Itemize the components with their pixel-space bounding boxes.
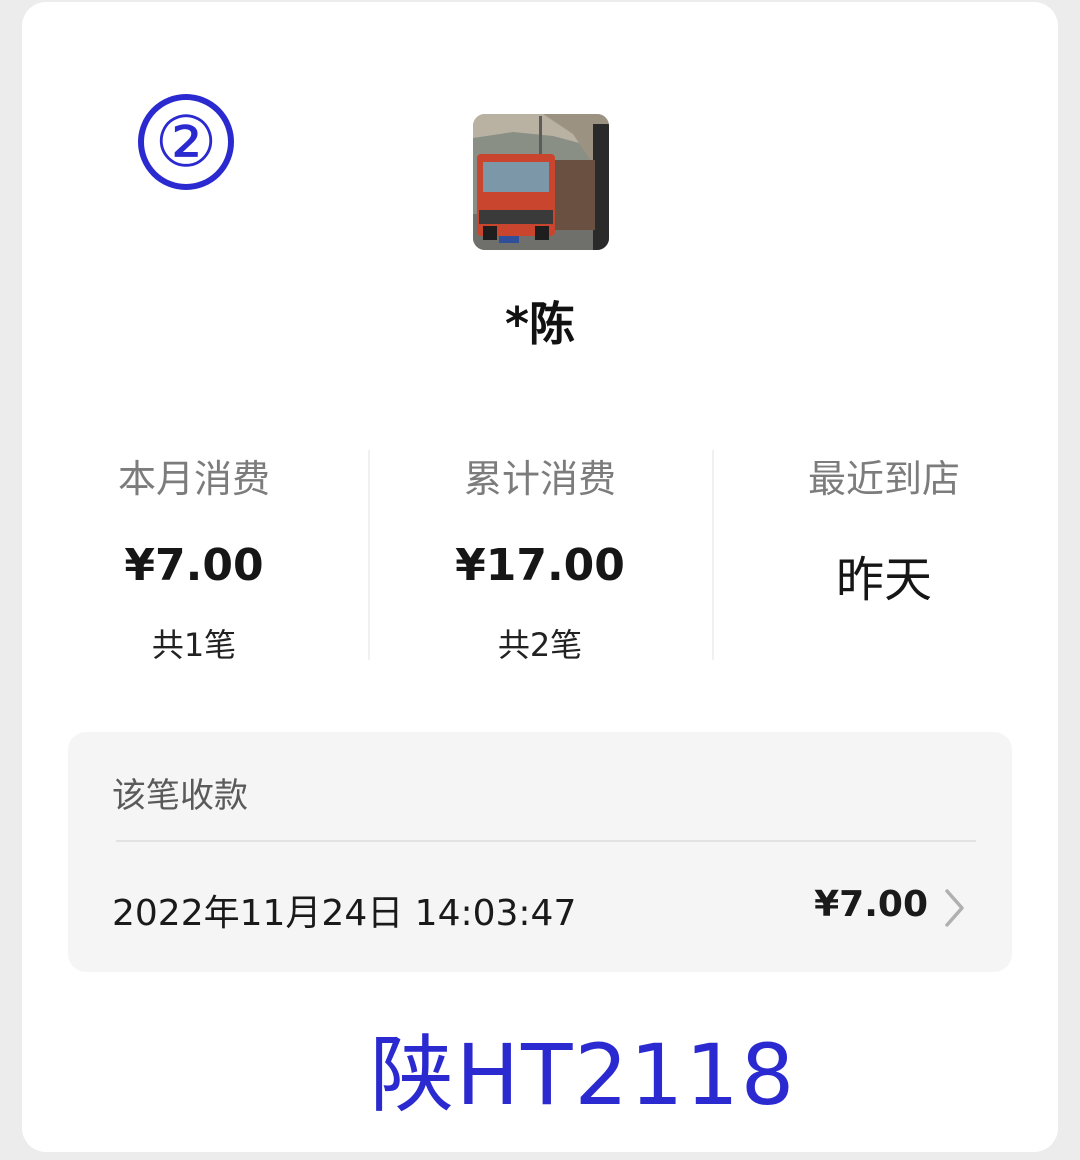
chevron-right-icon <box>945 889 964 927</box>
payment-datetime: 2022年11月24日 14:03:47 <box>112 893 577 934</box>
panel-divider <box>116 840 976 842</box>
circled-number-annotation: ② <box>138 94 234 190</box>
stat-count: 共2笔 <box>497 626 583 664</box>
stat-label: 本月消费 <box>117 457 270 501</box>
stat-value: 昨天 <box>835 552 932 608</box>
payment-panel-title: 该笔收款 <box>112 776 248 816</box>
stats-row: 本月消费 ¥7.00 共1笔 累计消费 ¥17.00 共2笔 最近到店 昨天 <box>22 440 1058 664</box>
customer-avatar <box>473 114 609 250</box>
stat-label: 最近到店 <box>807 457 960 501</box>
stat-label: 累计消费 <box>463 457 616 501</box>
stat-value: ¥7.00 <box>124 540 264 591</box>
payment-record-row[interactable]: 2022年11月24日 14:03:47 ¥7.00 <box>68 844 1012 972</box>
stat-count: 共1笔 <box>151 626 237 664</box>
payment-amount: ¥7.00 <box>814 884 928 925</box>
license-plate-annotation: 陕HT2118 <box>370 1026 797 1124</box>
payment-panel: 该笔收款 2022年11月24日 14:03:47 ¥7.00 <box>68 732 1012 972</box>
stat-value: ¥17.00 <box>455 540 625 591</box>
customer-name: *陈 <box>504 297 576 351</box>
truck-photo-image <box>473 114 609 250</box>
